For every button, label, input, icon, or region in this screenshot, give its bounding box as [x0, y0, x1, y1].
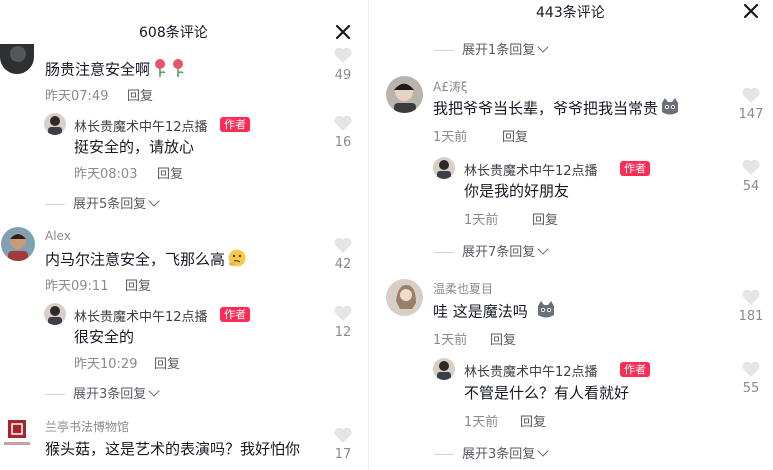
reply-button[interactable]: 回复 — [125, 275, 151, 294]
author-avatar[interactable] — [433, 358, 455, 380]
comment-time: 1天前 — [464, 415, 499, 430]
username[interactable]: 温柔也夏目 — [433, 280, 493, 297]
author-badge: 作者 — [620, 362, 650, 377]
reply-button[interactable]: 回复 — [502, 126, 528, 145]
reply-button[interactable]: 回复 — [532, 209, 558, 228]
reply-button[interactable]: 回复 — [520, 411, 546, 430]
like-heart-icon[interactable] — [738, 158, 764, 176]
like-heart-icon[interactable] — [330, 114, 356, 132]
author-avatar[interactable] — [44, 303, 66, 325]
like-count: 54 — [742, 179, 760, 194]
comment-text-content: 我把爷爷当长辈，爷爷把我当常贵 — [433, 99, 659, 118]
avatar[interactable] — [0, 418, 34, 450]
expand-replies-button[interactable]: 展开7条回复 — [434, 241, 549, 260]
like-heart-icon[interactable] — [738, 360, 764, 378]
reply-button[interactable]: 回复 — [490, 329, 516, 348]
like-heart-icon[interactable] — [738, 288, 764, 306]
author-username[interactable]: 林长贵魔术中午12点播 — [74, 116, 208, 135]
comment-text: 不管是什么？有人看就好 — [464, 384, 630, 402]
expand-label: 展开3条回复 — [73, 387, 147, 402]
comment-text: 你是我的好朋友 — [464, 182, 570, 200]
like-heart-icon[interactable] — [330, 304, 356, 322]
avatar[interactable] — [0, 44, 34, 74]
chevron-down-icon — [537, 445, 549, 457]
like-count: 181 — [738, 309, 764, 324]
username[interactable]: Alex — [45, 229, 71, 243]
like-count: 147 — [738, 107, 764, 122]
avatar[interactable] — [386, 76, 423, 113]
comment-text: 猴头菇，这是艺术的表演吗？我好怕你 — [45, 440, 301, 458]
comment-text-content: 哇 这是魔法吗 — [433, 302, 528, 321]
avatar[interactable] — [1, 227, 35, 261]
chevron-down-icon — [537, 41, 549, 53]
cat-emoji — [536, 300, 556, 324]
divider-line — [45, 394, 65, 395]
cat-emoji — [660, 97, 680, 121]
right-comment-panel: 443条评论 展开1条回复 A£涛ξ 我把爷爷当长辈，爷爷把我当常贵 1天前 回… — [369, 0, 773, 470]
divider-line — [434, 454, 454, 455]
comment-time: 昨天10:29 — [74, 357, 138, 372]
author-avatar[interactable] — [433, 157, 455, 179]
chevron-down-icon — [148, 385, 160, 397]
thinking-emoji — [227, 248, 247, 272]
comment-time: 昨天08:03 — [74, 167, 138, 182]
expand-label: 展开3条回复 — [462, 447, 536, 462]
avatar[interactable] — [386, 279, 423, 316]
close-icon[interactable] — [742, 2, 760, 20]
like-heart-icon[interactable] — [330, 46, 356, 64]
comment-time: 昨天07:49 — [45, 89, 109, 104]
expand-label: 展开1条回复 — [462, 43, 536, 58]
comment-time: 昨天09:11 — [45, 279, 109, 294]
author-badge: 作者 — [220, 307, 250, 322]
expand-label: 展开7条回复 — [462, 245, 536, 260]
comment-text: 挺安全的，请放心 — [74, 138, 195, 156]
author-username[interactable]: 林长贵魔术中午12点播 — [464, 361, 598, 380]
chevron-down-icon — [537, 243, 549, 255]
rose-emoji — [170, 58, 186, 82]
author-badge: 作者 — [220, 117, 250, 132]
comment-text: 肠贵注意安全啊 — [45, 58, 186, 82]
expand-replies-button[interactable]: 展开1条回复 — [434, 39, 549, 58]
close-icon[interactable] — [334, 23, 352, 41]
expand-replies-button[interactable]: 展开3条回复 — [45, 383, 160, 402]
like-count: 42 — [334, 257, 352, 272]
comment-text: 我把爷爷当长辈，爷爷把我当常贵 — [433, 97, 680, 121]
expand-label: 展开5条回复 — [73, 197, 147, 212]
expand-replies-button[interactable]: 展开3条回复 — [434, 443, 549, 462]
reply-button[interactable]: 回复 — [154, 353, 180, 372]
author-username[interactable]: 林长贵魔术中午12点播 — [464, 160, 598, 179]
divider-line — [45, 204, 65, 205]
comment-text: 很安全的 — [74, 328, 135, 346]
like-count: 49 — [334, 68, 352, 83]
like-count: 17 — [334, 447, 352, 462]
like-heart-icon[interactable] — [738, 86, 764, 104]
comment-time: 1天前 — [464, 213, 499, 228]
rose-emoji — [152, 58, 168, 82]
like-count: 12 — [334, 325, 352, 340]
author-avatar[interactable] — [44, 113, 66, 135]
expand-replies-button[interactable]: 展开5条回复 — [45, 193, 160, 212]
comment-text-content: 肠贵注意安全啊 — [45, 60, 151, 79]
like-heart-icon[interactable] — [330, 236, 356, 254]
like-heart-icon[interactable] — [330, 426, 356, 444]
comment-text: 内马尔注意安全，飞那么高 — [45, 248, 247, 272]
divider-line — [434, 252, 454, 253]
like-count: 16 — [334, 135, 352, 150]
chevron-down-icon — [148, 195, 160, 207]
comment-time: 1天前 — [433, 130, 468, 145]
comment-count-title: 443条评论 — [536, 5, 605, 21]
author-badge: 作者 — [620, 161, 650, 176]
comment-count-title: 608条评论 — [139, 25, 208, 41]
like-count: 55 — [742, 381, 760, 396]
divider-line — [434, 50, 454, 51]
author-username[interactable]: 林长贵魔术中午12点播 — [74, 306, 208, 325]
reply-button[interactable]: 回复 — [127, 85, 153, 104]
reply-button[interactable]: 回复 — [157, 163, 183, 182]
comment-text: 哇 这是魔法吗 — [433, 300, 556, 324]
comment-time: 1天前 — [433, 333, 468, 348]
left-comment-panel: 608条评论 肠贵注意安全啊 昨天07:49 回复 49 林长贵魔术中午12点播… — [0, 0, 368, 470]
username[interactable]: 兰亭书法博物馆 — [45, 418, 129, 435]
username[interactable]: A£涛ξ — [433, 78, 468, 95]
comment-text-content: 内马尔注意安全，飞那么高 — [45, 250, 226, 269]
